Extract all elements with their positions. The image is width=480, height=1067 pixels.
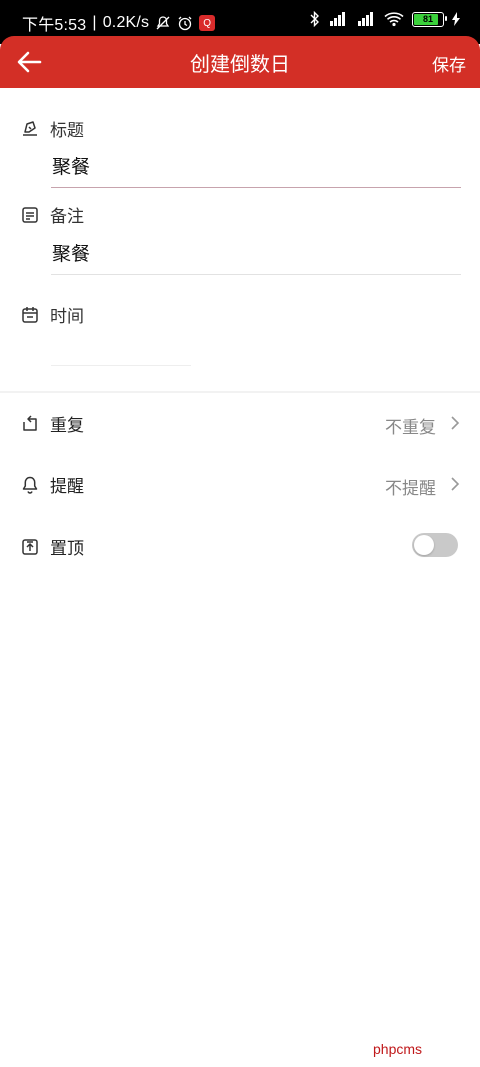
charging-icon xyxy=(452,12,460,26)
reminder-value: 不提醒 xyxy=(385,479,436,499)
note-input-underline xyxy=(51,274,461,275)
time-input-underline[interactable] xyxy=(51,365,191,366)
alarm-icon xyxy=(178,16,192,31)
title-input[interactable]: 聚餐 xyxy=(52,152,90,179)
title-icon xyxy=(23,120,37,136)
status-separator: | xyxy=(92,14,97,31)
repeat-icon xyxy=(23,414,37,431)
pin-toggle[interactable] xyxy=(412,533,458,557)
note-label-text: 备注 xyxy=(50,207,84,227)
note-icon xyxy=(22,206,38,223)
network-speed: 0.2K/s xyxy=(102,14,150,31)
pin-label-text: 置顶 xyxy=(50,539,84,559)
title-input-underline xyxy=(51,187,461,188)
app-notification-icon: Q xyxy=(199,15,216,31)
mute-icon xyxy=(156,16,170,30)
app-header: 创建倒数日 保存 xyxy=(0,36,480,88)
wifi-icon xyxy=(384,12,404,27)
repeat-row[interactable]: 重复 不重复 xyxy=(0,399,480,449)
time-field: 时间 xyxy=(0,296,480,376)
reminder-label-text: 提醒 xyxy=(50,477,84,497)
calendar-icon xyxy=(22,306,38,323)
repeat-label: 重复 xyxy=(20,411,84,436)
time-label-text: 时间 xyxy=(50,307,84,327)
bluetooth-icon xyxy=(310,11,319,27)
pin-top-icon xyxy=(22,538,38,555)
repeat-value: 不重复 xyxy=(385,418,436,438)
title-field-label: 标题 xyxy=(20,116,84,141)
note-input[interactable]: 聚餐 xyxy=(52,239,90,266)
pin-label: 置顶 xyxy=(20,534,84,559)
time-field-label: 时间 xyxy=(20,302,84,327)
save-button[interactable]: 保存 xyxy=(432,51,466,76)
reminder-label: 提醒 xyxy=(20,472,84,497)
pin-row: 置顶 xyxy=(0,522,480,572)
status-left: 下午5:53 | 0.2K/s Q xyxy=(22,11,216,35)
status-right: 81 xyxy=(310,11,460,27)
toggle-knob xyxy=(414,535,434,555)
section-divider xyxy=(0,391,480,393)
signal-icon-1 xyxy=(330,12,345,26)
watermark: phpcms xyxy=(373,1041,423,1057)
note-field-label: 备注 xyxy=(20,202,84,227)
signal-icon-2 xyxy=(358,12,373,26)
note-field: 备注 聚餐 xyxy=(0,196,480,278)
page-title: 创建倒数日 xyxy=(190,52,290,76)
chevron-right-icon xyxy=(451,477,460,491)
status-time: 下午5:53 xyxy=(22,17,87,34)
repeat-label-text: 重复 xyxy=(50,416,84,436)
battery-level: 81 xyxy=(422,14,433,24)
title-label-text: 标题 xyxy=(50,121,84,141)
title-field: 标题 聚餐 xyxy=(0,110,480,190)
bell-icon xyxy=(22,476,38,494)
chevron-right-icon xyxy=(451,416,460,430)
reminder-row[interactable]: 提醒 不提醒 xyxy=(0,460,480,510)
battery-icon: 81 xyxy=(412,11,447,27)
